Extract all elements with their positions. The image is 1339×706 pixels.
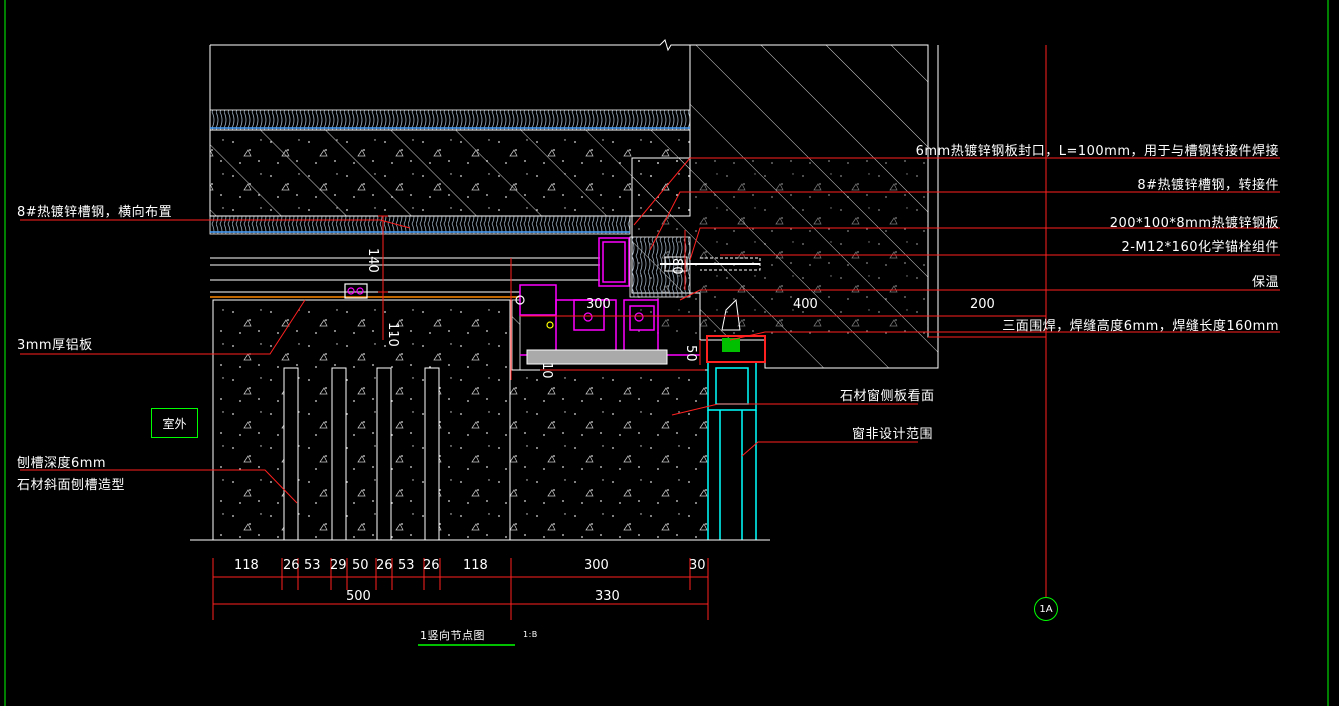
dim-400: 400 [793,297,818,312]
room-tag-exterior: 室外 [151,408,198,438]
annotation-groove-depth: 刨槽深度6mm [17,456,107,471]
dim-300: 300 [586,297,611,312]
annotation-seal-plate: 6mm热镀锌钢板封口，L=100mm，用于与槽钢转接件焊接 [915,144,1279,159]
drawing-scale: 1:B [523,630,538,639]
soffit-lines [210,257,600,293]
bottom-dim-7: 53 [398,558,415,573]
annotation-aluminum-plate: 3mm厚铝板 [17,338,93,353]
annotation-groove-shape: 石材斜面刨槽造型 [17,478,126,493]
annotation-window-scope: 窗非设计范围 [852,427,934,442]
annotation-steel-plate: 200*100*8mm热镀锌钢板 [1109,216,1279,231]
bottom-dim-10: 300 [584,558,609,573]
bottom-dim-2: 26 [283,558,300,573]
bottom-dim-5: 50 [352,558,369,573]
dim-50: 50 [683,345,698,362]
bottom-dim-total-2: 330 [595,589,620,604]
bottom-dim-9: 118 [463,558,488,573]
annotation-weld-note: 三面围焊，焊缝高度6mm，焊缝长度160mm [1002,319,1279,334]
axis-bubble: 1A [1034,597,1058,621]
annotation-insulation: 保温 [1251,275,1279,290]
bottom-dim-11: 30 [689,558,706,573]
dim-110: 110 [385,322,400,347]
section-drawing [4,0,1329,706]
bottom-dim-1: 118 [234,558,259,573]
bottom-dim-total-1: 500 [346,589,371,604]
bottom-dim-8: 26 [423,558,440,573]
drawing-title: 1竖向节点图 [420,629,485,642]
bottom-dim-3: 53 [304,558,321,573]
annotation-channel-horizontal: 8#热镀锌槽钢，横向布置 [17,205,173,220]
dim-10: 10 [539,362,554,379]
bottom-dim-6: 26 [376,558,393,573]
bottom-dim-4: 29 [330,558,347,573]
dim-80: 80 [669,258,684,275]
window-frame [707,361,757,540]
dim-140: 140 [365,248,380,273]
annotation-channel-adapter: 8#热镀锌槽钢，转接件 [1137,178,1279,193]
annotation-stone-sill: 石材窗侧板看面 [840,389,935,404]
dim-200: 200 [970,297,995,312]
insulation-strip-upper [209,109,691,131]
annotation-anchor-bolt: 2-M12*160化学锚栓组件 [1121,240,1279,255]
